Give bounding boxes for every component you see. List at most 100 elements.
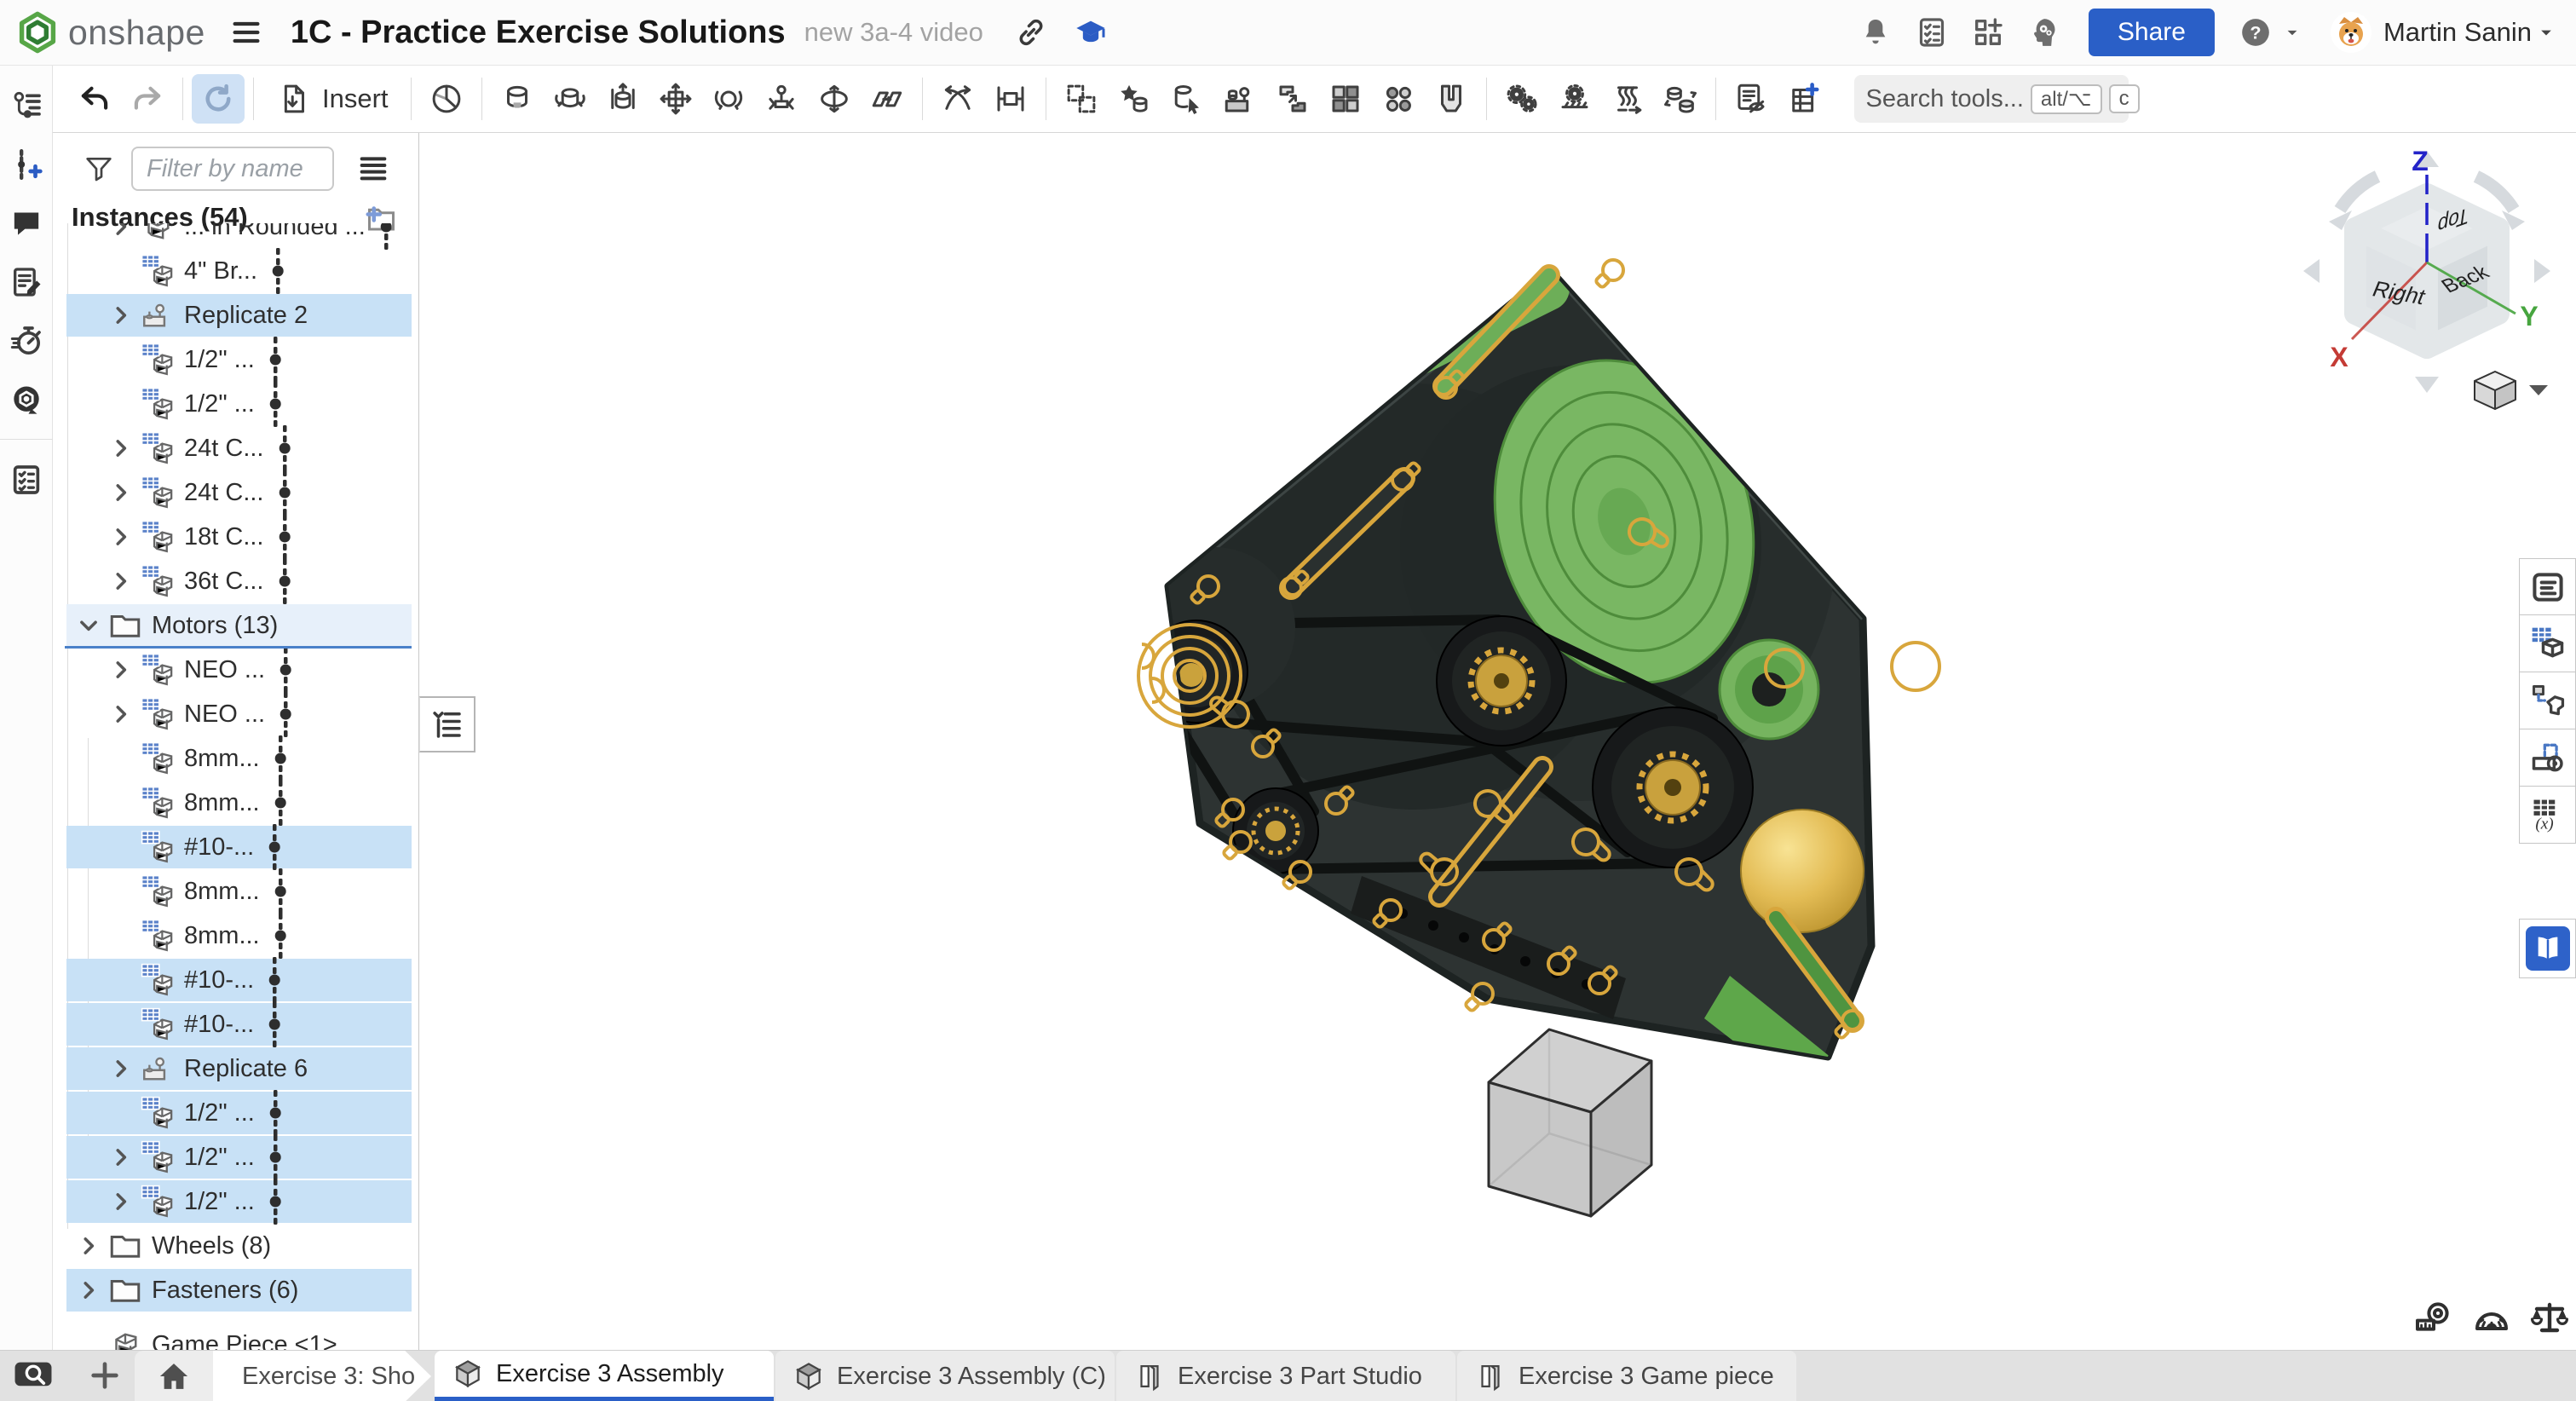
tree-row[interactable]: 1/2" ... [53,337,418,382]
section-tool-icon[interactable] [420,74,473,124]
dof-indicator-icon[interactable] [278,559,291,603]
filter-input[interactable] [131,147,334,191]
tree-row[interactable]: 36t C... [53,559,418,603]
tree-row[interactable]: ... in Rounded ... [53,223,418,249]
hidemates-tool-icon[interactable] [1725,74,1778,124]
tree-row[interactable]: #10-... [53,825,418,869]
learning-center-icon[interactable] [1069,10,1113,55]
chevron-right-icon[interactable] [104,1052,138,1086]
pattern-tool-icon[interactable] [1319,74,1372,124]
slider-tool-icon[interactable] [596,74,649,124]
chevron-right-icon[interactable] [104,520,138,554]
dof-indicator-icon[interactable] [278,470,291,515]
chevron-down-icon[interactable] [72,608,106,643]
checklist-panel-icon[interactable] [8,461,45,499]
dof-indicator-icon[interactable] [278,515,291,559]
ai-assistant-icon[interactable] [2022,10,2066,55]
help-icon[interactable]: ? [2233,10,2278,55]
filter-icon[interactable] [82,152,116,186]
document-tab[interactable]: Exercise 3 Game piece [1457,1351,1796,1401]
assembly-3d-view[interactable] [420,133,2576,1350]
view-cube[interactable]: Z X Y Top Right Back [2258,136,2576,418]
chevron-right-icon[interactable] [72,1273,106,1307]
cylindrical-tool-icon[interactable] [808,74,861,124]
limits-tool-icon[interactable] [984,74,1037,124]
dof-indicator-icon[interactable] [279,648,292,692]
document-tab[interactable]: Exercise 3 Part Studio [1116,1351,1455,1401]
tree-row[interactable]: 8mm... [53,781,418,825]
tree-flyout-button[interactable] [419,696,475,752]
tree-row[interactable]: Replicate 2 [53,293,418,337]
dof-indicator-icon[interactable] [268,1135,282,1179]
dof-indicator-icon[interactable] [268,825,281,869]
dof-indicator-icon[interactable] [268,337,282,382]
docedit-panel-icon[interactable] [8,263,45,301]
share-button[interactable]: Share [2089,9,2215,56]
user-avatar[interactable] [2331,12,2371,53]
dof-indicator-icon[interactable] [268,382,282,426]
spring-tool-icon[interactable] [1601,74,1654,124]
apps-icon[interactable] [1966,10,2010,55]
structure-panel-icon[interactable] [8,87,45,124]
content-tool-icon[interactable] [1213,74,1266,124]
undo-tool-icon[interactable] [68,74,121,124]
mateadd-panel-icon[interactable] [8,146,45,183]
redo-tool-icon[interactable] [121,74,174,124]
tasks-icon[interactable] [1910,10,1954,55]
pinslot-tool-icon[interactable] [755,74,808,124]
chevron-right-icon[interactable] [104,1185,138,1219]
tree-row[interactable]: NEO ... [53,648,418,692]
tree-row[interactable]: 24t C... [53,426,418,470]
beltrel-tool-icon[interactable] [1654,74,1707,124]
sync-tool-icon[interactable] [192,74,245,124]
chevron-right-icon[interactable] [104,697,138,731]
measure-tool-icon[interactable] [2413,1299,2454,1340]
protractor-tool-icon[interactable] [2471,1299,2512,1340]
tree-row[interactable]: 8mm... [53,914,418,958]
tree-row[interactable]: Fasteners (6) [53,1268,418,1312]
chevron-right-icon[interactable] [104,298,138,332]
document-tab[interactable]: Exercise 3 Assembly (C) [775,1351,1115,1401]
named-tool-icon[interactable] [1108,74,1161,124]
home-tab-button[interactable] [135,1351,213,1401]
rack-tool-icon[interactable] [1548,74,1601,124]
gold-ball[interactable] [1741,810,1864,932]
chevron-right-icon[interactable] [104,431,138,465]
chevron-right-icon[interactable] [104,223,138,244]
tree-row[interactable]: Replicate 6 [53,1046,418,1091]
replicatetool-tool-icon[interactable] [1266,74,1319,124]
dof-indicator-icon[interactable] [268,1091,282,1135]
view-options-caret-icon[interactable] [2529,385,2548,395]
dof-indicator-icon[interactable] [271,249,285,293]
comment-panel-icon[interactable] [8,205,45,242]
scales-tool-icon[interactable] [2529,1299,2570,1340]
bracket-tool-icon[interactable] [1425,74,1478,124]
planar-tool-icon[interactable] [861,74,913,124]
tree-row[interactable]: 1/2" ... [53,1179,418,1224]
configcube-panel-button[interactable] [2519,615,2576,672]
user-name[interactable]: Martin Sanin [2383,17,2532,48]
chevron-right-icon[interactable] [104,476,138,510]
search-tools-box[interactable]: Search tools... alt/⌥ c [1854,75,2129,123]
dof-indicator-icon[interactable] [268,958,281,1002]
dof-indicator-icon[interactable] [278,426,291,470]
tree-row[interactable]: NEO ... [53,692,418,736]
help-caret-icon[interactable] [2279,10,2305,55]
dof-indicator-icon[interactable] [274,869,287,914]
user-caret-icon[interactable] [2532,10,2561,55]
tree-row[interactable]: Wheels (8) [53,1224,418,1268]
ball-tool-icon[interactable] [702,74,755,124]
mateconnector-tool-icon[interactable] [1161,74,1213,124]
dof-indicator-icon[interactable] [274,736,287,781]
learning-book-button[interactable] [2526,926,2570,971]
view-options-button[interactable] [2475,372,2515,409]
dof-indicator-icon[interactable] [274,781,287,825]
vars-panel-button[interactable]: (x) [2519,787,2576,844]
tree-row[interactable]: 8mm... [53,736,418,781]
main-menu-button[interactable] [224,10,268,55]
gearrel-tool-icon[interactable] [1495,74,1548,124]
dof-indicator-icon[interactable] [279,692,292,736]
chevron-right-icon[interactable] [72,1229,106,1263]
add-tab-button[interactable] [85,1356,124,1395]
outline-panel-button[interactable] [2519,558,2576,615]
